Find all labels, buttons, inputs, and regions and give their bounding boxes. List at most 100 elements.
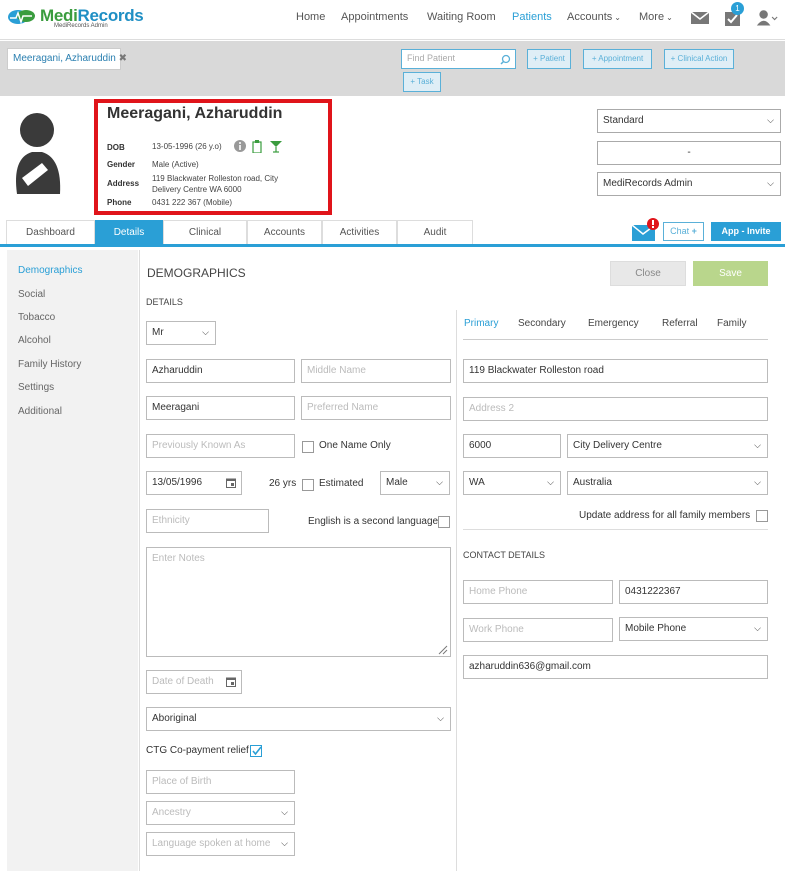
patient-avatar-icon (16, 113, 61, 194)
nav-home[interactable]: Home (296, 11, 325, 23)
nav-appointments[interactable]: Appointments (341, 11, 408, 23)
app-invite-button[interactable]: App - Invite (711, 222, 781, 241)
mail-icon[interactable] (689, 6, 711, 28)
section-divider (463, 529, 768, 530)
one-name-only-checkbox[interactable] (302, 441, 314, 453)
chevron-down-icon: ⌵ (202, 327, 209, 337)
middle-name-field[interactable]: Middle Name (301, 359, 451, 383)
address-tab-family[interactable]: Family (717, 318, 746, 329)
tab-dashboard[interactable]: Dashboard (6, 220, 95, 244)
place-of-birth-field[interactable]: Place of Birth (146, 770, 295, 794)
address-line1-field[interactable]: 119 Blackwater Rolleston road (463, 359, 768, 383)
nav-more[interactable]: More ⌄ (639, 11, 673, 23)
tab-accounts[interactable]: Accounts (247, 220, 322, 244)
email-field[interactable]: azharuddin636@gmail.com (463, 655, 768, 679)
tab-details[interactable]: Details (95, 220, 163, 244)
home-phone-field[interactable]: Home Phone (463, 580, 613, 604)
save-button[interactable]: Save (693, 261, 768, 286)
last-name-field[interactable]: Meeragani (146, 396, 295, 420)
gender-label: Gender (107, 160, 136, 169)
esl-checkbox[interactable] (438, 516, 450, 528)
info-icon[interactable] (234, 140, 246, 152)
chevron-down-icon: ⌵ (437, 713, 444, 723)
tab-clinical[interactable]: Clinical (163, 220, 247, 244)
sidebar-item-tobacco[interactable]: Tobacco (18, 312, 55, 323)
country-select[interactable]: Australia ⌵ (567, 471, 768, 495)
work-phone-field[interactable]: Work Phone (463, 618, 613, 642)
esl-label: English is a second language (308, 516, 439, 527)
language-select[interactable]: Language spoken at home ⌵ (146, 832, 295, 856)
postcode-field[interactable]: 6000 (463, 434, 561, 458)
state-select[interactable]: WA ⌵ (463, 471, 561, 495)
address-line2-field[interactable]: Address 2 (463, 397, 768, 421)
nav-patients[interactable]: Patients (512, 11, 552, 23)
chevron-down-icon: ⌵ (281, 807, 288, 817)
previously-known-as-field[interactable]: Previously Known As (146, 434, 295, 458)
nav-waiting-room[interactable]: Waiting Room (427, 11, 496, 23)
chevron-down-icon: ⌵ (547, 477, 554, 487)
user-menu-icon[interactable] (756, 6, 778, 28)
phone-type-select[interactable]: Mobile Phone ⌵ (619, 617, 768, 641)
alcohol-cocktail-icon[interactable] (270, 140, 282, 153)
middle-select[interactable]: - (597, 141, 781, 165)
close-button[interactable]: Close (610, 261, 686, 286)
add-appointment-button[interactable]: + Appointment (583, 49, 652, 69)
title-select[interactable]: Mr ⌵ (146, 321, 216, 345)
chevron-down-icon: ⌵ (767, 115, 774, 125)
chat-button[interactable]: Chat + (663, 222, 704, 241)
details-heading: DETAILS (146, 297, 183, 307)
tab-activities[interactable]: Activities (322, 220, 397, 244)
close-icon[interactable]: ✖ (119, 53, 127, 64)
ethnicity-field[interactable]: Ethnicity (146, 509, 269, 533)
smoking-status-icon[interactable] (252, 140, 262, 153)
billing-type-select[interactable]: Standard ⌵ (597, 109, 781, 133)
chevron-down-icon: ⌵ (754, 477, 761, 487)
resize-handle-icon[interactable] (437, 644, 448, 655)
message-envelope-icon[interactable] (631, 217, 661, 243)
address-tab-primary[interactable]: Primary (464, 318, 498, 329)
chevron-down-icon: ⌵ (754, 440, 761, 450)
suburb-select[interactable]: City Delivery Centre ⌵ (567, 434, 768, 458)
age-display: 26 yrs (269, 478, 297, 489)
chevron-down-icon: ⌵ (281, 838, 288, 848)
sidebar-item-family-history[interactable]: Family History (18, 359, 81, 370)
find-patient-input[interactable]: Find Patient (401, 49, 516, 69)
add-clinical-action-button[interactable]: + Clinical Action (664, 49, 734, 69)
phone-value: 0431 222 367 (Mobile) (152, 198, 233, 207)
add-task-button[interactable]: + Task (403, 72, 441, 92)
gender-value: Male (Active) (152, 160, 199, 169)
column-divider (456, 310, 457, 871)
gender-select[interactable]: Male ⌵ (380, 471, 450, 495)
search-icon (500, 54, 511, 65)
sidebar-item-alcohol[interactable]: Alcohol (18, 335, 51, 346)
update-family-address-checkbox[interactable] (756, 510, 768, 522)
demographics-heading: DEMOGRAPHICS (147, 266, 246, 280)
first-name-field[interactable]: Azharuddin (146, 359, 295, 383)
patient-name: Meeragani, Azharuddin (107, 105, 283, 122)
one-name-only-label: One Name Only (319, 440, 391, 451)
ctg-checkbox[interactable] (250, 745, 262, 757)
tab-audit[interactable]: Audit (397, 220, 473, 244)
notes-textarea[interactable]: Enter Notes (146, 547, 451, 657)
sidebar-item-demographics[interactable]: Demographics (18, 265, 82, 276)
preferred-name-field[interactable]: Preferred Name (301, 396, 451, 420)
open-patient-tab[interactable]: Meeragani, Azharuddin ✖ (7, 48, 127, 70)
address-tab-referral[interactable]: Referral (662, 318, 698, 329)
address-tab-emergency[interactable]: Emergency (588, 318, 639, 329)
indigenous-status-select[interactable]: Aboriginal ⌵ (146, 707, 451, 731)
sidebar-item-settings[interactable]: Settings (18, 382, 54, 393)
date-of-death-field[interactable]: Date of Death (146, 670, 242, 694)
address-tab-secondary[interactable]: Secondary (518, 318, 566, 329)
address-label: Address (107, 179, 140, 188)
practice-select[interactable]: MediRecords Admin ⌵ (597, 172, 781, 196)
calendar-icon[interactable] (226, 478, 236, 488)
estimated-checkbox[interactable] (302, 479, 314, 491)
dob-field[interactable]: 13/05/1996 (146, 471, 242, 495)
calendar-icon[interactable] (226, 677, 236, 687)
add-patient-button[interactable]: + Patient (527, 49, 571, 69)
sidebar-item-social[interactable]: Social (18, 289, 45, 300)
ancestry-select[interactable]: Ancestry ⌵ (146, 801, 295, 825)
sidebar-item-additional[interactable]: Additional (18, 406, 62, 417)
mobile-phone-field[interactable]: 0431222367 (619, 580, 768, 604)
nav-accounts[interactable]: Accounts ⌄ (567, 11, 621, 23)
